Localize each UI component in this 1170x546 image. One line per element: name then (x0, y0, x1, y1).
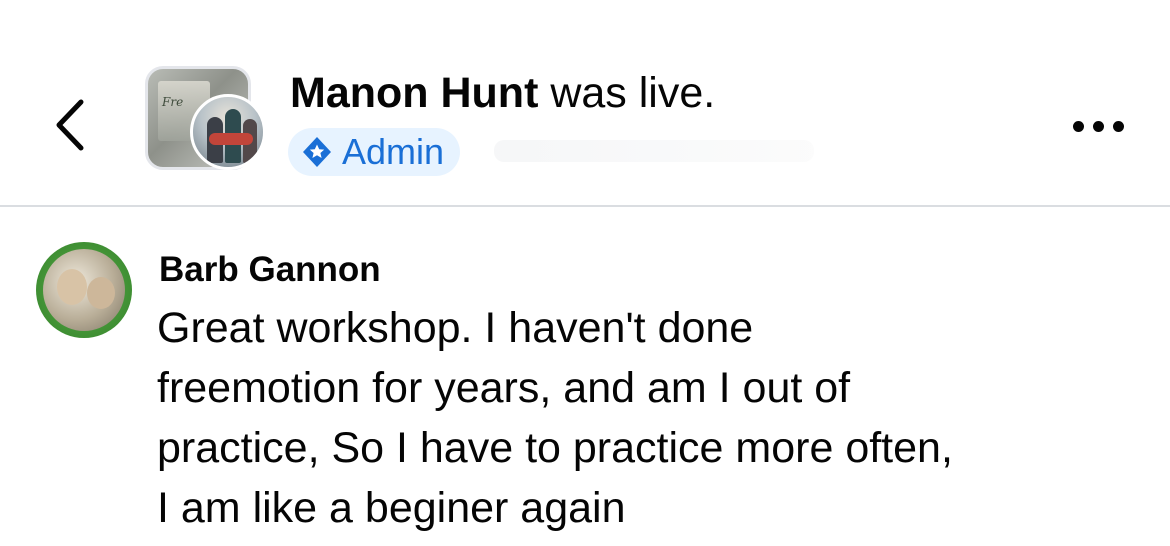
avatar-photo-face (57, 269, 87, 305)
admin-shield-icon (303, 137, 331, 167)
comment-line: I am like a beginer again (157, 484, 626, 532)
commenter-name[interactable]: Barb Gannon (159, 248, 381, 292)
author-name[interactable]: Manon Hunt (290, 69, 538, 117)
blurred-metadata (494, 140, 814, 162)
comment-line: Great workshop. I haven't done (157, 304, 754, 352)
chevron-left-icon (56, 99, 84, 151)
admin-badge[interactable]: Admin (288, 128, 461, 176)
live-status-text: was live. (550, 69, 716, 117)
comment-line: practice, So I have to practice more oft… (157, 424, 953, 472)
commenter-avatar-photo (43, 249, 125, 331)
avatar-photo-flowers (209, 133, 253, 145)
author-avatar[interactable] (190, 94, 266, 170)
commenter-avatar[interactable] (36, 242, 132, 338)
post-header: Fre Manon Hunt was live. Admin (0, 0, 1170, 207)
back-button[interactable] (40, 90, 100, 160)
group-cover-decoration: Fre (162, 95, 184, 109)
more-options-icon (1092, 120, 1104, 132)
comment-line: freemotion for years, and am I out of (157, 364, 851, 412)
more-options-icon (1112, 120, 1124, 132)
more-options-icon (1072, 120, 1084, 132)
comment-text: Great workshop. I haven't done freemotio… (157, 298, 1147, 538)
avatar-photo-face (87, 277, 115, 309)
admin-badge-label: Admin (342, 131, 445, 172)
more-options-button[interactable] (1062, 108, 1134, 144)
post-title: Manon Hunt was live. (290, 68, 715, 118)
